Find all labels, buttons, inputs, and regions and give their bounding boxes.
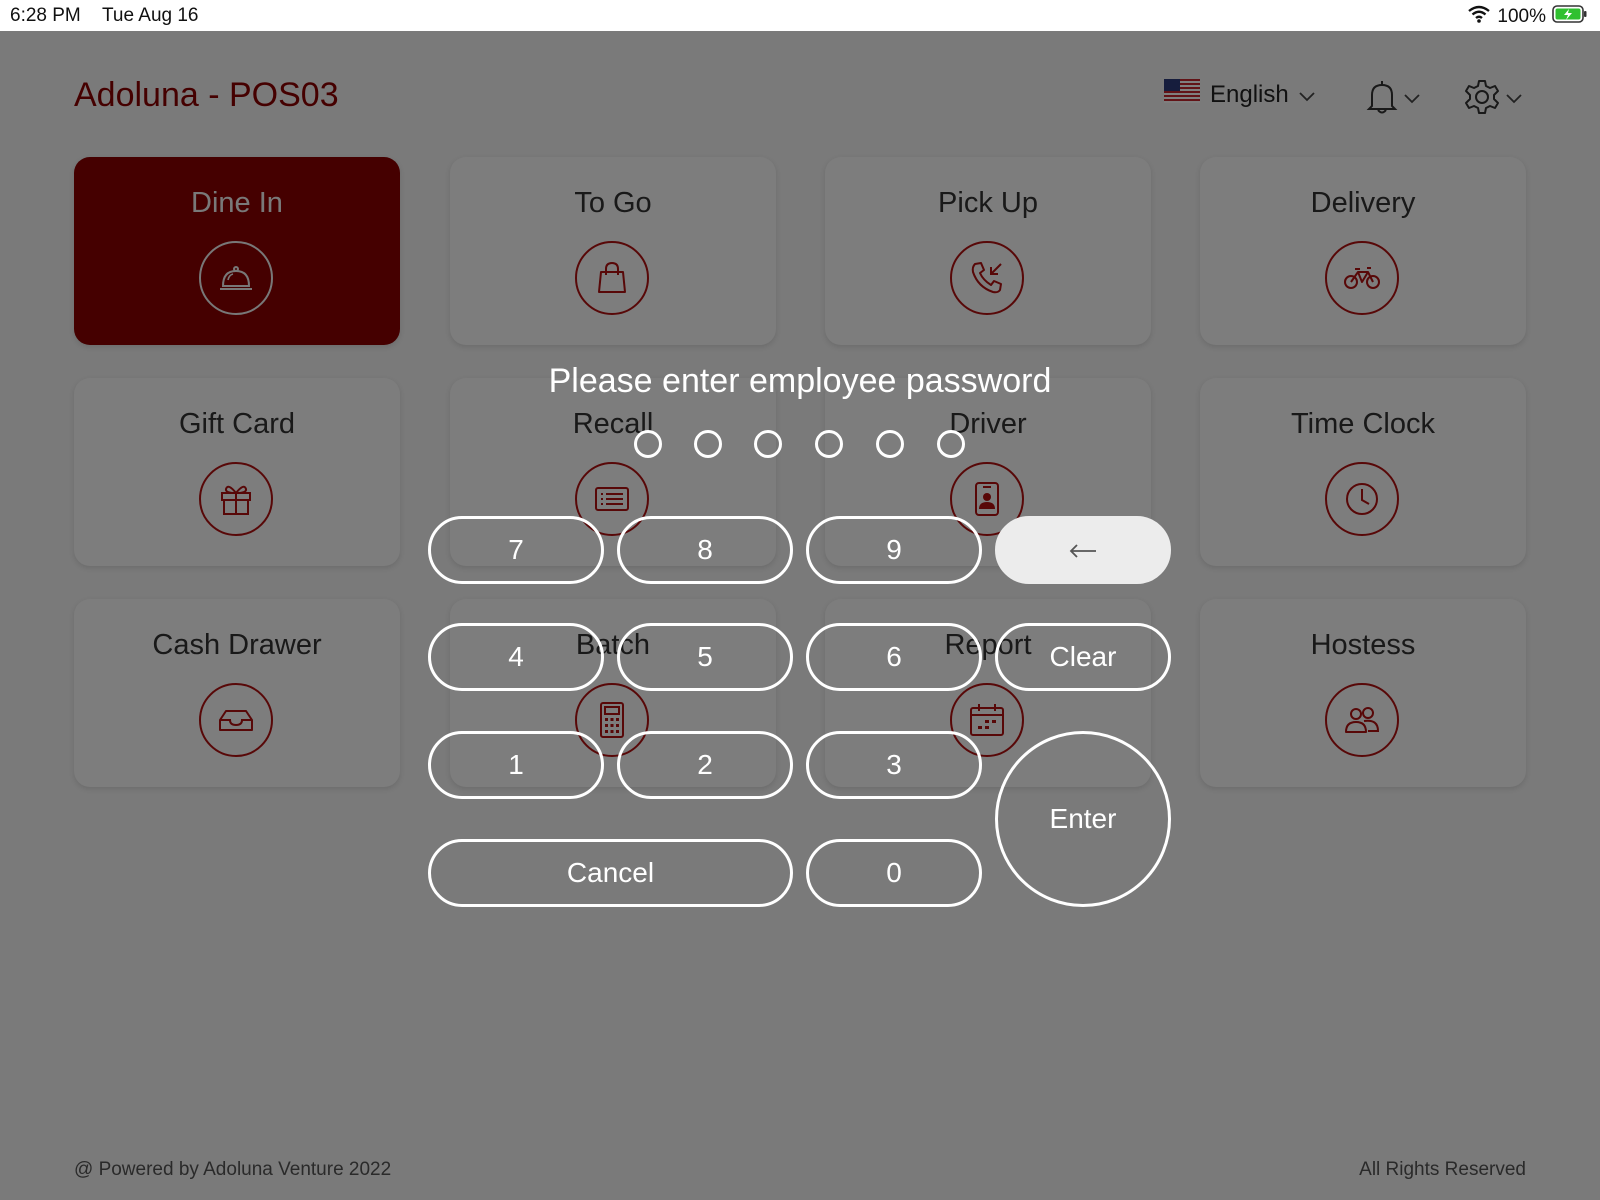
- cancel-button[interactable]: Cancel: [428, 839, 793, 907]
- key-3[interactable]: 3: [806, 731, 982, 799]
- pin-dot: [937, 430, 965, 458]
- pin-dot: [634, 430, 662, 458]
- key-7[interactable]: 7: [428, 516, 604, 584]
- status-right: 100%: [1467, 4, 1588, 30]
- password-prompt: Please enter employee password: [548, 362, 1052, 400]
- key-5[interactable]: 5: [617, 623, 793, 691]
- clear-button[interactable]: Clear: [995, 623, 1171, 691]
- key-8[interactable]: 8: [617, 516, 793, 584]
- key-0[interactable]: 0: [806, 839, 982, 907]
- pin-dot: [815, 430, 843, 458]
- key-2[interactable]: 2: [617, 731, 793, 799]
- wifi-icon: [1467, 5, 1491, 29]
- battery-icon: [1552, 4, 1588, 30]
- battery-percent: 100%: [1497, 6, 1546, 27]
- status-bar: 6:28 PM Tue Aug 16 100%: [0, 0, 1600, 31]
- pin-dot: [876, 430, 904, 458]
- key-6[interactable]: 6: [806, 623, 982, 691]
- arrow-left-icon: [1068, 534, 1098, 566]
- key-4[interactable]: 4: [428, 623, 604, 691]
- key-1[interactable]: 1: [428, 731, 604, 799]
- enter-button[interactable]: Enter: [995, 731, 1171, 907]
- pin-dot: [754, 430, 782, 458]
- status-time: 6:28 PM: [10, 5, 81, 26]
- pin-dot: [694, 430, 722, 458]
- key-9[interactable]: 9: [806, 516, 982, 584]
- backspace-button[interactable]: [995, 516, 1171, 584]
- password-dialog-backdrop: [0, 31, 1600, 1200]
- status-date: Tue Aug 16: [102, 5, 199, 26]
